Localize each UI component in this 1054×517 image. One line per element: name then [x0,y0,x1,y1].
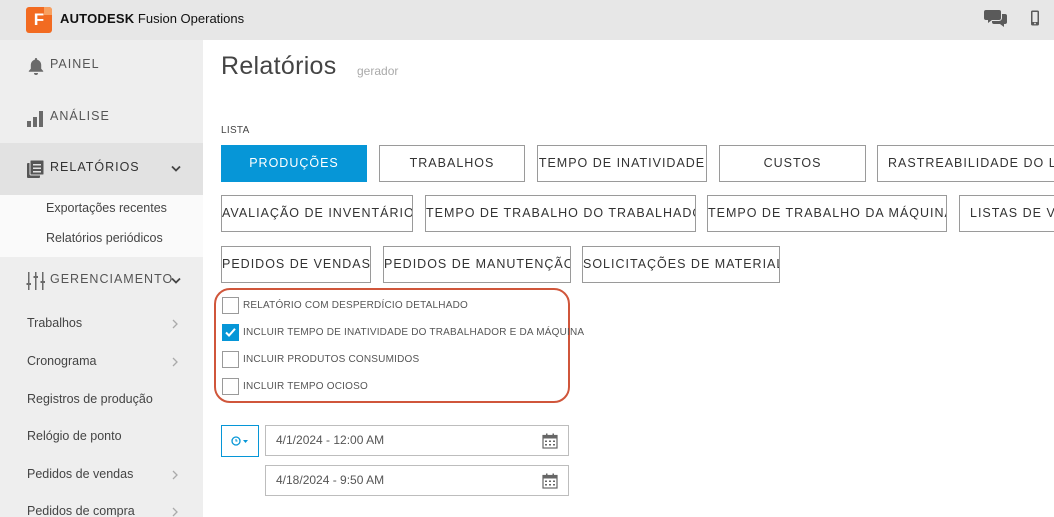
sidebar-item-pedidos-vendas[interactable]: Pedidos de vendas [27,467,133,481]
bell-icon [28,58,44,75]
sidebar-item-gerenciamento[interactable]: GERENCIAMENTO [0,255,203,307]
clock-icon [231,436,248,446]
start-date-value: 4/1/2024 - 12:00 AM [276,433,385,447]
document-icon [27,159,45,178]
report-button-pedidos-manutencao[interactable]: PEDIDOS DE MANUTENÇÃO [383,246,571,283]
chevron-down-icon[interactable] [171,277,181,285]
sidebar-item-painel[interactable]: PAINEL [0,40,203,92]
sidebar-item-cronograma[interactable]: Cronograma [27,354,96,368]
report-button-listas-vendas[interactable]: LISTAS DE VENDAS [959,195,1054,232]
option-checkbox-desperdicio[interactable] [222,297,239,314]
sidebar-item-relatorios[interactable]: RELATÓRIOS [0,143,203,195]
report-button-solicitacoes-material[interactable]: SOLICITAÇÕES DE MATERIAL [582,246,780,283]
sidebar-item-pedidos-compra[interactable]: Pedidos de compra [27,504,135,517]
time-range-dropdown-button[interactable] [221,425,259,457]
chevron-right-icon [172,470,178,480]
page-title: Relatórios [221,52,337,80]
option-label: INCLUIR TEMPO DE INATIVIDADE DO TRABALHA… [243,327,585,338]
chevron-right-icon [172,507,178,517]
option-label: INCLUIR TEMPO OCIOSO [243,381,368,392]
report-button-tempo-maquina[interactable]: TEMPO DE TRABALHO DA MÁQUINA [707,195,947,232]
top-bar: F AUTODESK Fusion Operations [0,0,1054,40]
option-checkbox-tempo-ocioso[interactable] [222,378,239,395]
report-button-custos[interactable]: CUSTOS [719,145,866,182]
sidebar-subitem-recent-exports[interactable]: Exportações recentes [46,201,167,215]
mobile-icon[interactable] [1029,10,1041,26]
sidebar-item-analise[interactable]: ANÁLISE [0,92,203,144]
report-button-tempo-inatividade[interactable]: TEMPO DE INATIVIDADE [537,145,707,182]
chat-icon[interactable] [984,8,1008,28]
sidebar-item-relogio-ponto[interactable]: Relógio de ponto [27,429,122,443]
bar-chart-icon [27,111,43,127]
sidebar-item-label: PAINEL [50,57,100,71]
option-checkbox-tempo-inatividade[interactable] [222,324,239,341]
sidebar-item-trabalhos[interactable]: Trabalhos [27,316,82,330]
sidebar-subitem-periodic-reports[interactable]: Relatórios periódicos [46,231,163,245]
list-section-label: LISTA [221,125,250,136]
chevron-down-icon[interactable] [171,165,181,173]
report-button-tempo-trabalhador[interactable]: TEMPO DE TRABALHO DO TRABALHADOR [425,195,696,232]
option-label: RELATÓRIO COM DESPERDÍCIO DETALHADO [243,300,468,311]
report-button-producoes[interactable]: PRODUÇÕES [221,145,367,182]
checkmark-icon [225,328,236,337]
start-date-field[interactable]: 4/1/2024 - 12:00 AM [265,425,569,456]
chevron-right-icon [172,319,178,329]
sidebar-item-registros-producao[interactable]: Registros de produção [27,392,153,406]
option-checkbox-produtos-consumidos[interactable] [222,351,239,368]
report-button-avaliacao-inventario[interactable]: AVALIAÇÃO DE INVENTÁRIO [221,195,413,232]
calendar-icon[interactable] [542,433,558,449]
sidebar-item-label: RELATÓRIOS [50,160,140,174]
sidebar-item-label: ANÁLISE [50,109,110,123]
calendar-icon[interactable] [542,473,558,489]
report-button-rastreabilidade-lote[interactable]: RASTREABILIDADE DO LOTE [877,145,1054,182]
report-button-trabalhos[interactable]: TRABALHOS [379,145,525,182]
option-label: INCLUIR PRODUTOS CONSUMIDOS [243,354,420,365]
chevron-right-icon [172,357,178,367]
brand-name: AUTODESK Fusion Operations [60,11,245,26]
sidebar: PAINEL ANÁLISE RELATÓRIOS Exportações re… [0,40,203,517]
end-date-value: 4/18/2024 - 9:50 AM [276,473,385,487]
page-subtitle: gerador [357,64,399,78]
report-button-pedidos-vendas[interactable]: PEDIDOS DE VENDAS [221,246,371,283]
sidebar-item-label: GERENCIAMENTO [50,272,174,286]
fusion-logo-icon[interactable]: F [26,7,52,33]
end-date-field[interactable]: 4/18/2024 - 9:50 AM [265,465,569,496]
sliders-icon [26,272,45,290]
